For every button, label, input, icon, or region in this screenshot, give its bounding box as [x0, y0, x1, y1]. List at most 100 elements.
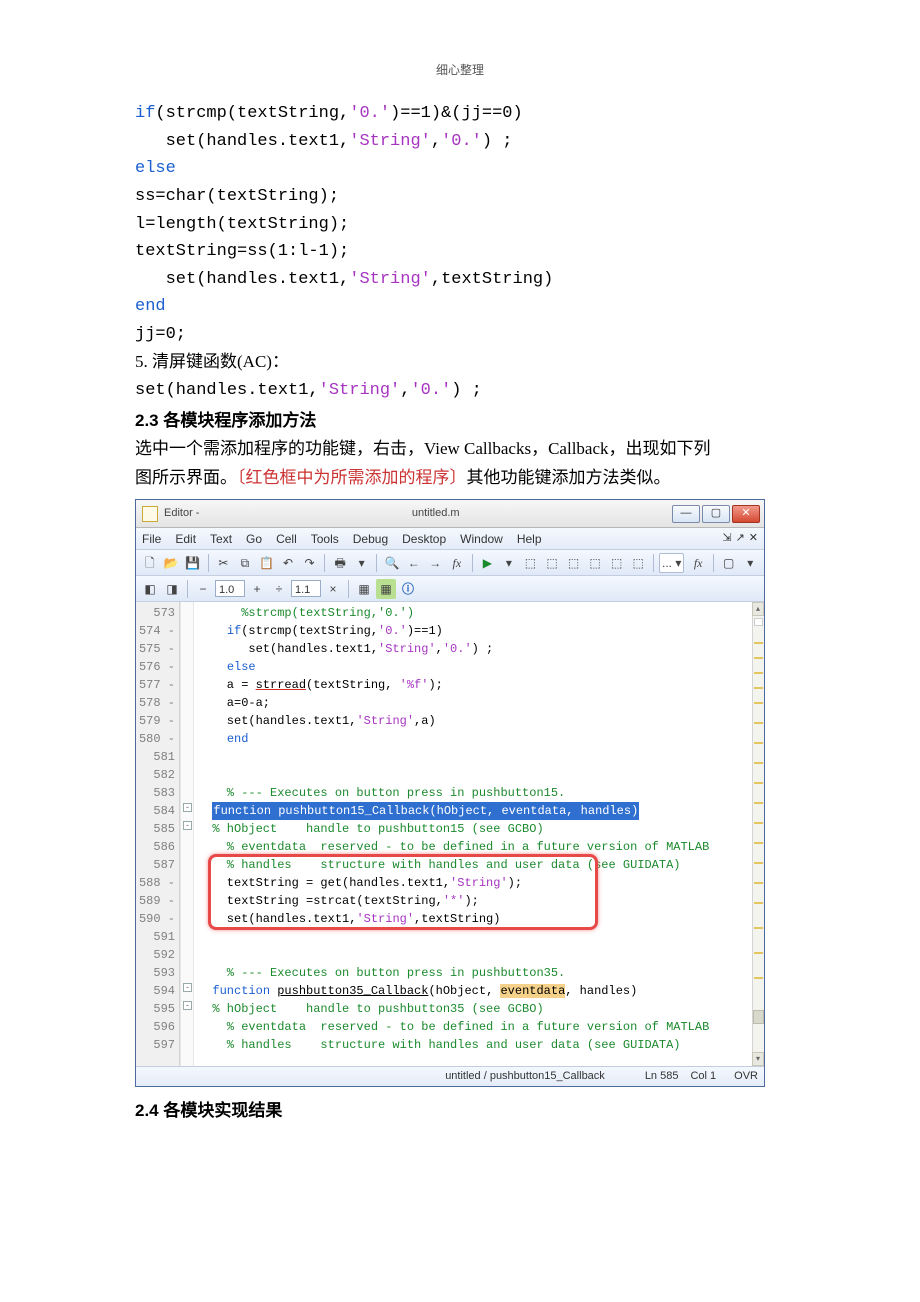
- section-heading-2-4: 2.4 各模块实现结果: [135, 1097, 785, 1126]
- menu-debug[interactable]: Debug: [353, 529, 388, 549]
- string-literal: '0.': [441, 132, 482, 151]
- toolbar-cell: ◧ ◨ − 1.0 + ÷ 1.1 × ▦ ▦ ⓘ: [136, 576, 764, 602]
- run-icon[interactable]: ▶: [478, 553, 498, 573]
- stop-icon[interactable]: ⬚: [607, 553, 627, 573]
- page-header: 细心整理: [135, 60, 785, 80]
- string-literal: 'String': [349, 270, 431, 289]
- copy-icon[interactable]: ⧉: [235, 553, 255, 573]
- kw-end: end: [135, 297, 166, 316]
- close-button[interactable]: ✕: [732, 505, 760, 523]
- menu-edit[interactable]: Edit: [175, 529, 196, 549]
- scale-input-2[interactable]: 1.1: [291, 580, 321, 597]
- code-area[interactable]: %strcmp(textString,'0.') if(strcmp(textS…: [194, 602, 752, 1066]
- scroll-up-icon[interactable]: ▴: [752, 602, 764, 616]
- code-line: %strcmp(textString,'0.'): [198, 604, 748, 622]
- line-number: 592: [138, 946, 175, 964]
- code-line: set(handles.text1,'String','0.') ;: [135, 377, 785, 405]
- comment-icon[interactable]: ▾: [352, 553, 372, 573]
- line-number: 576 -: [138, 658, 175, 676]
- line-number: 591: [138, 928, 175, 946]
- plus-button[interactable]: +: [247, 579, 267, 599]
- code-line: else: [198, 658, 748, 676]
- minus-button[interactable]: −: [193, 579, 213, 599]
- find-icon[interactable]: 🔍: [382, 553, 402, 573]
- undock-icon[interactable]: ↗: [736, 529, 745, 548]
- fold-column[interactable]: - - - -: [180, 602, 194, 1066]
- eval-icon[interactable]: ▦: [354, 579, 374, 599]
- scale-input-1[interactable]: 1.0: [215, 580, 245, 597]
- new-file-icon[interactable]: 🗋: [140, 553, 160, 573]
- save-icon[interactable]: 💾: [183, 553, 203, 573]
- times-button[interactable]: ×: [323, 579, 343, 599]
- breakpoint-icon[interactable]: ▾: [499, 553, 519, 573]
- minimap-thumb[interactable]: [753, 1010, 764, 1024]
- code-line: % handles structure with handles and use…: [198, 1036, 748, 1054]
- line-number: 579 -: [138, 712, 175, 730]
- step-icon[interactable]: ⬚: [521, 553, 541, 573]
- fold-marker[interactable]: -: [183, 803, 192, 812]
- string-literal: '0.': [349, 104, 390, 123]
- scroll-down-icon[interactable]: ▾: [752, 1052, 764, 1066]
- dock-icon[interactable]: ⇲: [722, 529, 731, 548]
- continue-icon[interactable]: ⬚: [585, 553, 605, 573]
- print-icon[interactable]: 🖶: [330, 553, 350, 573]
- section-heading-2-3: 2.3 各模块程序添加方法: [135, 407, 785, 436]
- dropdown-icon[interactable]: ▾: [740, 553, 760, 573]
- code-line: % eventdata reserved - to be defined in …: [198, 838, 748, 856]
- open-file-icon[interactable]: 📂: [162, 553, 182, 573]
- matlab-editor-window: Editor - untitled.m — ▢ ✕ File Edit Text…: [135, 499, 765, 1087]
- code-line: textString = get(handles.text1,'String')…: [198, 874, 748, 892]
- menu-cell[interactable]: Cell: [276, 529, 297, 549]
- minimap[interactable]: ▴ ▾: [752, 602, 764, 1066]
- menu-desktop[interactable]: Desktop: [402, 529, 446, 549]
- code-text: ,: [400, 381, 410, 400]
- more-icon[interactable]: ... ▾: [659, 553, 684, 573]
- fx-icon-2[interactable]: fx: [688, 553, 708, 573]
- menu-text[interactable]: Text: [210, 529, 232, 549]
- fold-marker[interactable]: -: [183, 1001, 192, 1010]
- menu-file[interactable]: File: [142, 529, 161, 549]
- step-out-icon[interactable]: ⬚: [564, 553, 584, 573]
- code-line: % --- Executes on button press in pushbu…: [198, 784, 748, 802]
- layout-icon[interactable]: ▢: [719, 553, 739, 573]
- paste-icon[interactable]: 📋: [257, 553, 277, 573]
- cell-next-icon[interactable]: ◨: [162, 579, 182, 599]
- editor-icon: [142, 506, 158, 522]
- menu-window[interactable]: Window: [460, 529, 503, 549]
- code-text: ) ;: [451, 381, 482, 400]
- undo-icon[interactable]: ↶: [278, 553, 298, 573]
- stack-icon[interactable]: ⬚: [628, 553, 648, 573]
- menu-help[interactable]: Help: [517, 529, 542, 549]
- window-title-path: untitled.m: [199, 504, 672, 523]
- eval-advance-icon[interactable]: ▦: [376, 579, 396, 599]
- line-number: 596: [138, 1018, 175, 1036]
- code-text: set(handles.text1,: [135, 132, 349, 151]
- fold-marker[interactable]: -: [183, 821, 192, 830]
- divide-button[interactable]: ÷: [269, 579, 289, 599]
- cell-prev-icon[interactable]: ◧: [140, 579, 160, 599]
- text: 其他功能键添加方法类似。: [467, 468, 671, 487]
- back-icon[interactable]: ←: [404, 553, 424, 573]
- menu-tools[interactable]: Tools: [311, 529, 339, 549]
- step-in-icon[interactable]: ⬚: [542, 553, 562, 573]
- forward-icon[interactable]: →: [426, 553, 446, 573]
- code-text: set(handles.text1,: [135, 270, 349, 289]
- cut-icon[interactable]: ✂: [214, 553, 234, 573]
- panel-close-icon[interactable]: ✕: [749, 529, 758, 548]
- code-line: end: [135, 293, 785, 321]
- line-number: 595: [138, 1000, 175, 1018]
- info-icon[interactable]: ⓘ: [398, 579, 418, 599]
- kw-if: if: [135, 104, 155, 123]
- titlebar[interactable]: Editor - untitled.m — ▢ ✕: [136, 500, 764, 528]
- redo-icon[interactable]: ↷: [300, 553, 320, 573]
- code-line: % handles structure with handles and use…: [198, 856, 748, 874]
- fx-icon[interactable]: fx: [447, 553, 467, 573]
- maximize-button[interactable]: ▢: [702, 505, 730, 523]
- editor-body: 573 574 - 575 - 576 - 577 - 578 - 579 - …: [136, 602, 764, 1066]
- minimap-indicator: [754, 618, 763, 626]
- minimize-button[interactable]: —: [672, 505, 700, 523]
- fold-marker[interactable]: -: [183, 983, 192, 992]
- code-line: a = strread(textString, '%f');: [198, 676, 748, 694]
- menu-go[interactable]: Go: [246, 529, 262, 549]
- code-line: a=0-a;: [198, 694, 748, 712]
